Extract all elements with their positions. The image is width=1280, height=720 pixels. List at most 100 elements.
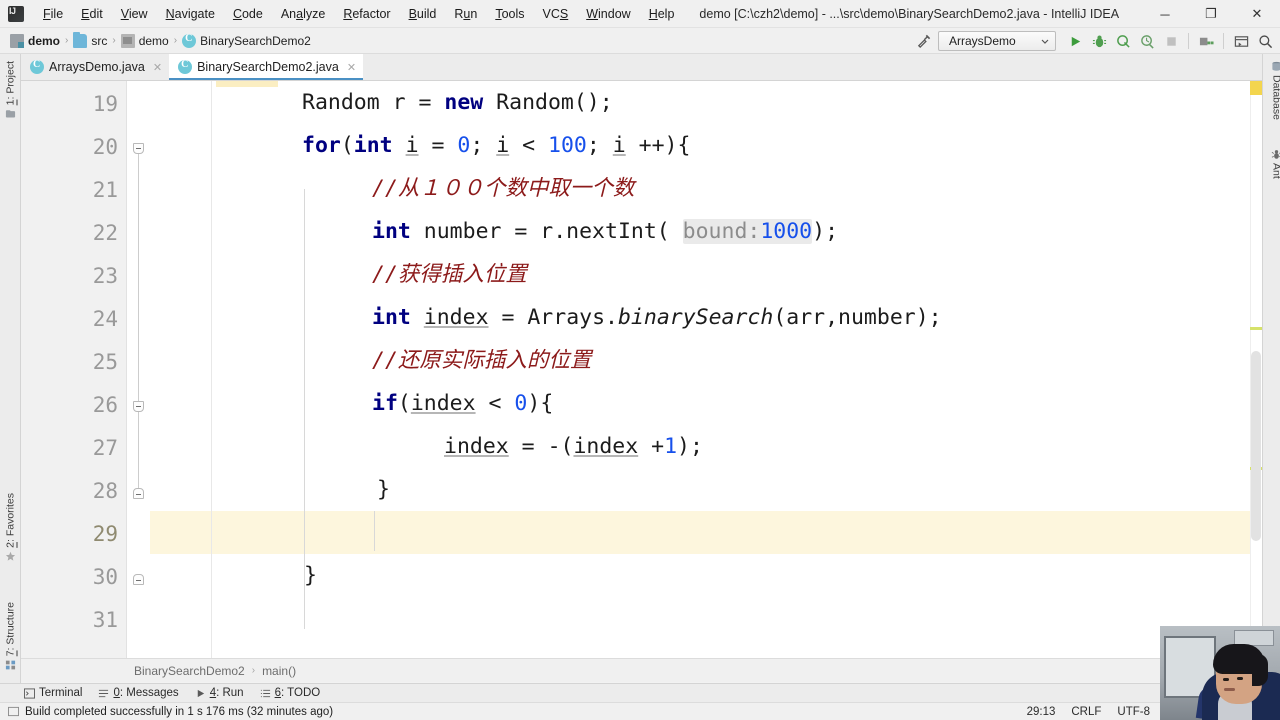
source-folder-icon (73, 31, 88, 48)
menu-navigate[interactable]: Navigate (158, 3, 223, 25)
editor-breadcrumb: BinarySearchDemo2 › main() (21, 658, 1262, 682)
warning-marker[interactable] (1250, 81, 1262, 95)
line-number: 30 (92, 565, 118, 589)
sidebar-label-project: 1: Project (5, 61, 17, 105)
debug-button[interactable] (1088, 30, 1110, 52)
updates-button[interactable] (1230, 30, 1252, 52)
sidebar-item-database[interactable]: Database (1266, 58, 1280, 123)
file-encoding[interactable]: UTF-8 (1117, 706, 1150, 718)
fold-marker-end-for[interactable] (133, 574, 144, 585)
parameter-hint-label: bound: (682, 219, 761, 244)
editor-breadcrumb-class[interactable]: BinarySearchDemo2 (134, 664, 245, 678)
ant-icon (1271, 150, 1280, 159)
sidebar-item-structure[interactable]: 7: Structure (0, 599, 21, 673)
menu-code[interactable]: Code (225, 3, 271, 25)
line-separator[interactable]: CRLF (1071, 706, 1101, 718)
menu-build[interactable]: Build (401, 3, 445, 25)
code-token-text: ); (812, 219, 839, 244)
editor-tab-bar: ArraysDemo.java ✕ BinarySearchDemo2.java… (21, 54, 1262, 81)
left-tool-strip: 1: Project 2: Favorites 7: Structure (0, 54, 21, 683)
line-number: 22 (92, 221, 118, 245)
navigation-bar: demo › src › demo › BinarySearchDemo2 (0, 28, 1280, 54)
tool-window-terminal[interactable]: Terminal (18, 686, 88, 700)
breadcrumb-item-package[interactable]: demo (119, 31, 171, 51)
menu-run[interactable]: Run (446, 3, 485, 25)
menu-help-post: elp (657, 6, 675, 21)
menu-view[interactable]: View (113, 3, 156, 25)
build-status-icon (8, 706, 19, 717)
close-icon[interactable]: ✕ (153, 61, 162, 74)
package-folder-icon (120, 33, 135, 48)
editor-tab-arraysdemo[interactable]: ArraysDemo.java ✕ (21, 54, 170, 80)
fold-marker-end-if[interactable] (133, 488, 144, 499)
maximize-button[interactable]: ❐ (1188, 0, 1234, 28)
menu-tools[interactable]: Tools (487, 3, 532, 25)
run-configuration-selector[interactable]: ArraysDemo (938, 31, 1056, 51)
menu-window[interactable]: Window (578, 3, 638, 25)
fold-marker-collapse-for[interactable] (133, 143, 144, 154)
sidebar-item-ant[interactable]: Ant (1266, 146, 1280, 182)
tool-window-todo-text: : TODO (281, 687, 321, 699)
search-everywhere-button[interactable] (1254, 30, 1276, 52)
profile-button[interactable] (1136, 30, 1158, 52)
fold-marker-collapse-if[interactable] (133, 401, 144, 412)
search-icon (1258, 34, 1272, 48)
editor-gutter[interactable]: 19 20 21 22 23 24 25 26 27 28 29 30 31 (21, 81, 126, 658)
code-token-comment: //还原实际插入的位置 (372, 348, 592, 373)
module-icon (10, 33, 24, 48)
menu-file[interactable]: File (35, 3, 71, 25)
menu-vcs[interactable]: VCS (535, 3, 577, 25)
run-with-coverage-button[interactable] (1112, 30, 1134, 52)
code-token-text: ( (340, 133, 354, 158)
vertical-scrollbar-thumb[interactable] (1251, 351, 1261, 541)
line-number-current: 29 (92, 522, 118, 546)
breadcrumb-item-src[interactable]: src (71, 31, 109, 51)
code-token-text: } (304, 563, 317, 588)
status-message: Build completed successfully in 1 s 176 … (25, 705, 334, 718)
menu-edit[interactable]: Edit (73, 3, 111, 25)
fold-line-for (138, 149, 139, 499)
breadcrumb-label-module: demo (28, 33, 61, 48)
ij-logo-icon (8, 5, 24, 22)
code-token-text: number = r.nextInt( (410, 219, 683, 244)
sidebar-item-project[interactable]: 1: Project (0, 58, 21, 122)
close-icon[interactable]: ✕ (347, 61, 356, 74)
code-text[interactable]: Random r = new Random(); for(int i = 0; … (212, 81, 1254, 658)
menu-help[interactable]: Help (641, 3, 683, 25)
code-token-number: 1 (664, 434, 678, 459)
code-editor[interactable]: 19 20 21 22 23 24 25 26 27 28 29 30 31 R… (21, 81, 1262, 658)
code-line-21: //从１００个数中取一个数 (212, 167, 1254, 210)
code-token-text: ++){ (625, 133, 691, 158)
menu-navigate-mn: N (165, 6, 175, 21)
close-button[interactable]: ✕ (1234, 0, 1280, 28)
minimize-button[interactable]: ─ (1142, 0, 1188, 28)
star-icon (5, 551, 16, 561)
project-structure-button[interactable] (1195, 30, 1217, 52)
breadcrumb-item-module[interactable]: demo (8, 31, 62, 51)
sidebar-label-database: Database (1270, 75, 1280, 120)
webcam-person-brow-left (1222, 672, 1230, 674)
sidebar-text-project: : Project (4, 61, 17, 100)
stop-button[interactable] (1160, 30, 1182, 52)
editor-marker-bar[interactable] (1250, 81, 1262, 658)
tool-window-messages[interactable]: 0: Messages (92, 686, 184, 700)
sidebar-item-favorites[interactable]: 2: Favorites (0, 490, 21, 565)
warning-marker[interactable] (1250, 327, 1262, 330)
menu-analyze[interactable]: Analyze (273, 3, 333, 25)
editor-tab-binarysearchdemo2[interactable]: BinarySearchDemo2.java ✕ (169, 54, 364, 80)
webcam-person-eye-left (1223, 678, 1229, 681)
breadcrumb-item-class[interactable]: BinarySearchDemo2 (180, 31, 313, 51)
bug-icon (1092, 35, 1106, 47)
editor-breadcrumb-method[interactable]: main() (262, 664, 296, 678)
webcam-person-hair-side (1252, 654, 1268, 686)
breadcrumb-label-class: BinarySearchDemo2 (200, 33, 311, 48)
tool-window-todo[interactable]: 6: TODO (254, 686, 327, 700)
menu-refactor[interactable]: Refactor (335, 3, 398, 25)
build-project-button[interactable] (912, 30, 934, 52)
run-button[interactable] (1064, 30, 1086, 52)
tool-window-run[interactable]: 4: Run (189, 686, 250, 700)
caret-position[interactable]: 29:13 (1027, 706, 1056, 718)
